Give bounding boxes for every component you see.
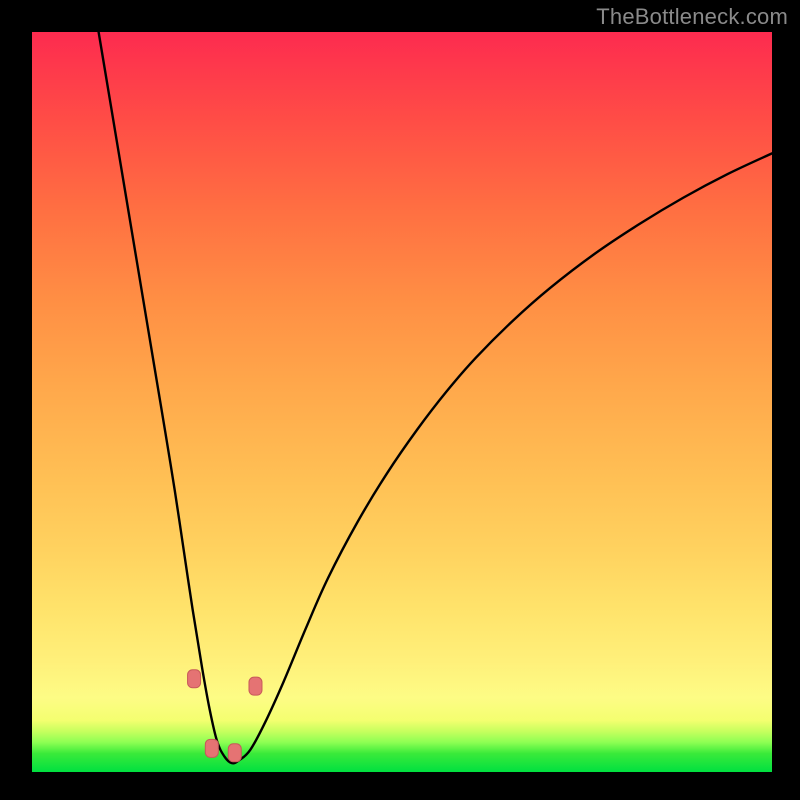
curve-marker xyxy=(205,739,218,757)
curve-marker xyxy=(228,744,241,762)
bottleneck-curve-svg xyxy=(32,32,772,772)
curve-marker xyxy=(249,677,262,695)
curve-marker xyxy=(188,670,201,688)
bottleneck-curve xyxy=(99,32,772,763)
chart-frame: TheBottleneck.com xyxy=(0,0,800,800)
plot-area xyxy=(32,32,772,772)
watermark-text: TheBottleneck.com xyxy=(596,4,788,30)
